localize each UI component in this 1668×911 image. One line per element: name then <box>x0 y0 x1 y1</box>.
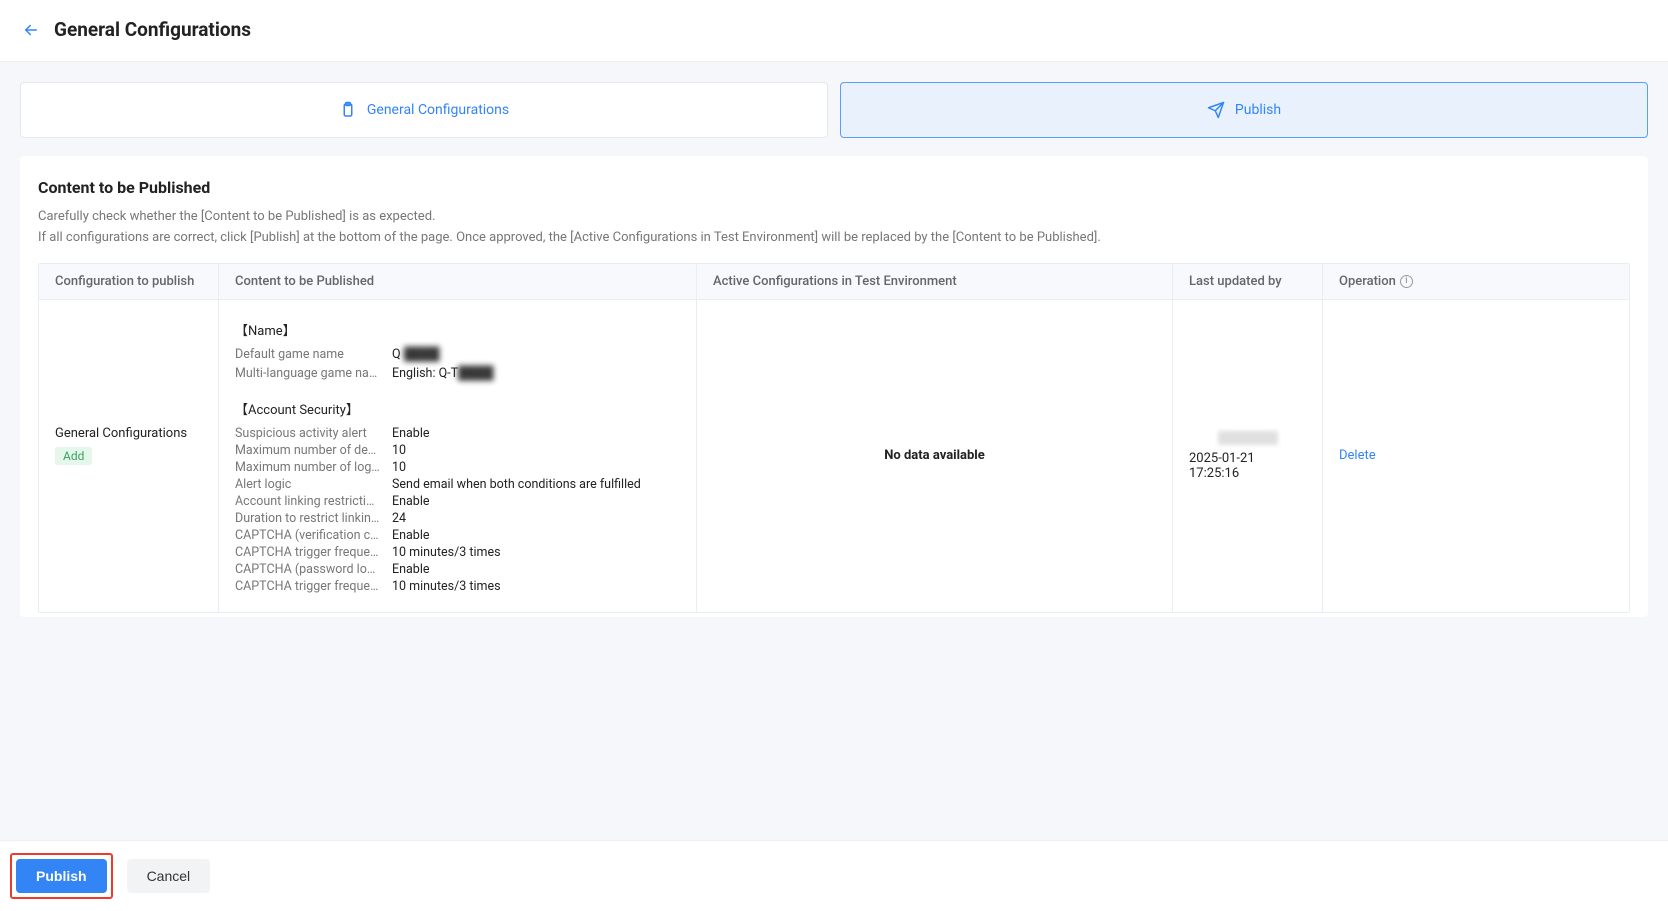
cell-operation: Delete <box>1323 300 1629 612</box>
kv-default-game-name: Default game name Q-████ <box>235 347 680 362</box>
kv-val: Enable <box>392 494 680 509</box>
footer-bar: Publish Cancel <box>0 840 1668 911</box>
page-header: General Configurations <box>0 0 1668 62</box>
kv-val: Enable <box>392 528 680 543</box>
kv-val: Send email when both conditions are fulf… <box>392 477 680 492</box>
panel-title: Content to be Published <box>38 178 1630 197</box>
kv-val: 10 minutes/3 times <box>392 579 680 594</box>
tab-general-label: General Configurations <box>367 102 509 118</box>
table-head: Configuration to publish Content to be P… <box>39 264 1629 300</box>
clipboard-icon <box>339 101 357 119</box>
th-operation-label: Operation <box>1339 274 1396 289</box>
kv-val: 24 <box>392 511 680 526</box>
th-content: Content to be Published <box>219 264 697 299</box>
kv-key: Alert logic <box>235 477 380 492</box>
cancel-button[interactable]: Cancel <box>127 859 211 893</box>
back-arrow-icon[interactable] <box>22 21 40 39</box>
kv-security-row: CAPTCHA trigger frequenc... 10 minutes/3 … <box>235 545 680 560</box>
status-badge-add: Add <box>55 447 92 465</box>
kv-val: English: Q-T████ <box>392 366 680 381</box>
updated-date: 2025-01-21 17:25:16 <box>1189 451 1306 481</box>
delete-link[interactable]: Delete <box>1339 448 1376 463</box>
val-prefix: English: Q-T <box>392 366 458 381</box>
table-row: General Configurations Add 【Name】 Defaul… <box>39 300 1629 612</box>
updated-by-obscured <box>1218 431 1278 445</box>
cell-active-empty: No data available <box>697 300 1173 612</box>
tab-publish-label: Publish <box>1235 102 1281 118</box>
panel-desc-line2: If all configurations are correct, click… <box>38 228 1630 249</box>
val-obscured: ████ <box>458 366 493 381</box>
th-config: Configuration to publish <box>39 264 219 299</box>
kv-security-row: Suspicious activity alert Enable <box>235 426 680 441</box>
kv-key: CAPTCHA (password login) <box>235 562 380 577</box>
kv-security-row: Alert logic Send email when both conditio… <box>235 477 680 492</box>
kv-security-row: CAPTCHA trigger frequenc... 10 minutes/3 … <box>235 579 680 594</box>
kv-key: Multi-language game name <box>235 366 380 381</box>
panel-description: Carefully check whether the [Content to … <box>38 207 1630 249</box>
kv-key: Default game name <box>235 347 380 362</box>
kv-val: Q-████ <box>392 347 680 362</box>
kv-key: Maximum number of login... <box>235 460 380 475</box>
kv-key: Suspicious activity alert <box>235 426 380 441</box>
cell-content: 【Name】 Default game name Q-████ Multi-la… <box>219 300 697 612</box>
config-table: Configuration to publish Content to be P… <box>38 263 1630 613</box>
info-icon[interactable]: i <box>1400 275 1413 288</box>
tabs: General Configurations Publish <box>20 82 1648 138</box>
kv-key: Duration to restrict linking ... <box>235 511 380 526</box>
publish-button[interactable]: Publish <box>16 859 107 893</box>
page-title: General Configurations <box>54 18 251 41</box>
kv-security-row: Account linking restrictions Enable <box>235 494 680 509</box>
val-prefix: Q <box>392 347 401 362</box>
kv-security-row: Maximum number of devic... 10 <box>235 443 680 458</box>
paper-plane-icon <box>1207 101 1225 119</box>
kv-security-row: Duration to restrict linking ... 24 <box>235 511 680 526</box>
kv-val: Enable <box>392 426 680 441</box>
kv-val: 10 minutes/3 times <box>392 545 680 560</box>
th-operation: Operation i <box>1323 264 1629 299</box>
cell-updated: 2025-01-21 17:25:16 <box>1173 300 1323 612</box>
th-updated: Last updated by <box>1173 264 1323 299</box>
kv-val: 10 <box>392 443 680 458</box>
section-name-header: 【Name】 <box>235 320 680 339</box>
kv-security-row: CAPTCHA (verification code) Enable <box>235 528 680 543</box>
kv-key: Maximum number of devic... <box>235 443 380 458</box>
kv-multilang-game-name: Multi-language game name English: Q-T███… <box>235 366 680 381</box>
config-name: General Configurations <box>55 426 202 441</box>
kv-key: CAPTCHA (verification code) <box>235 528 380 543</box>
kv-security-row: CAPTCHA (password login) Enable <box>235 562 680 577</box>
val-obscured: -████ <box>401 347 440 362</box>
kv-key: CAPTCHA trigger frequenc... <box>235 579 380 594</box>
kv-security-row: Maximum number of login... 10 <box>235 460 680 475</box>
kv-val: 10 <box>392 460 680 475</box>
section-security-header: 【Account Security】 <box>235 399 680 418</box>
kv-val: Enable <box>392 562 680 577</box>
kv-key: Account linking restrictions <box>235 494 380 509</box>
content-panel: Content to be Published Carefully check … <box>20 156 1648 617</box>
security-rows: Suspicious activity alert Enable Maximum n… <box>235 424 680 596</box>
tab-general-configurations[interactable]: General Configurations <box>20 82 828 138</box>
publish-button-highlight: Publish <box>10 853 113 899</box>
tab-publish[interactable]: Publish <box>840 82 1648 138</box>
cell-config: General Configurations Add <box>39 300 219 612</box>
page-body: General Configurations Publish Content t… <box>0 62 1668 853</box>
kv-key: CAPTCHA trigger frequenc... <box>235 545 380 560</box>
th-active: Active Configurations in Test Environmen… <box>697 264 1173 299</box>
panel-desc-line1: Carefully check whether the [Content to … <box>38 207 1630 228</box>
